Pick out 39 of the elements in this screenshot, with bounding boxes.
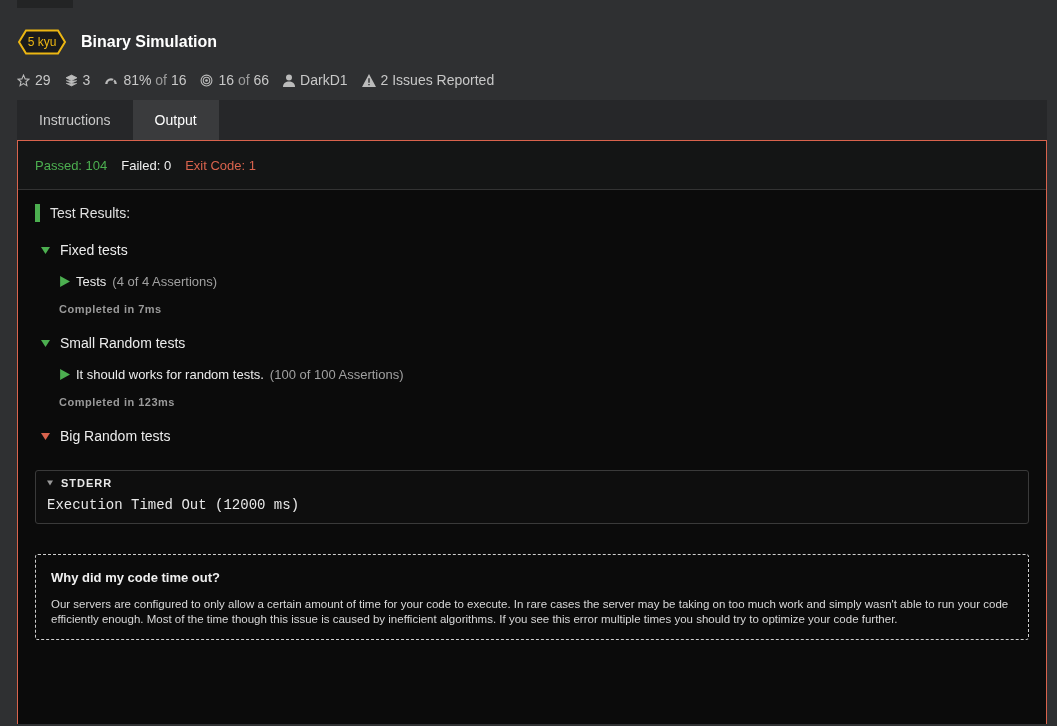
gauge-icon (104, 75, 119, 85)
layers-icon (64, 73, 78, 87)
test-title[interactable]: It should works for random tests. (76, 367, 264, 382)
results-heading: Test Results: (35, 204, 1029, 222)
kata-title: Binary Simulation (81, 33, 218, 51)
stderr-output: Execution Timed Out (12000 ms) (47, 497, 301, 513)
note-text: Our servers are configured to only allow a certain amount of time for your code to execute. In rare cases the server may be taking on too much work and simply wasn't able to run your code efficiently enough. Most of the time though this issue is caused by inefficient algorithms. If you see this error multiple times you should try to optimize your code further. (51, 597, 1010, 627)
passed-count: Passed: 104 (35, 157, 108, 173)
stderr-label[interactable]: STDERR (61, 477, 113, 489)
warning-icon (361, 73, 376, 87)
rank-badge: 5 kyu (17, 29, 67, 55)
caret-down-icon[interactable] (47, 480, 53, 486)
user-icon (283, 73, 296, 87)
stat-text[interactable]: DarkD1 (300, 72, 348, 88)
stat-text: 3 (82, 72, 91, 88)
caret-right-icon[interactable] (59, 369, 70, 380)
caret-down-icon[interactable] (41, 431, 50, 441)
completion-time: Completed in 7ms (59, 303, 163, 315)
tab[interactable]: Output (132, 100, 219, 140)
tab[interactable]: Instructions (17, 100, 133, 140)
star-icon (17, 73, 30, 87)
test-group-title[interactable]: Fixed tests (60, 242, 128, 258)
completion-time: Completed in 123ms (59, 396, 176, 408)
stat-text: 16 of 66 (218, 72, 270, 88)
stat-text: 81% of 16 (123, 72, 187, 88)
assertion-count: (4 of 4 Assertions) (112, 274, 218, 289)
stat-text: 29 (35, 72, 51, 88)
caret-right-icon[interactable] (59, 276, 70, 287)
exit-code: Exit Code: 1 (185, 157, 256, 173)
caret-down-icon[interactable] (41, 245, 50, 255)
test-title[interactable]: Tests (76, 274, 107, 289)
stat-text[interactable]: 2 Issues Reported (380, 72, 495, 88)
target-icon (200, 73, 214, 87)
assertion-count: (100 of 100 Assertions) (269, 367, 404, 382)
note-title: Why did my code time out? (51, 570, 221, 585)
failed-count: Failed: 0 (121, 157, 172, 173)
test-group-title[interactable]: Small Random tests (60, 335, 186, 351)
caret-down-icon[interactable] (41, 338, 50, 348)
test-group-title[interactable]: Big Random tests (60, 428, 171, 444)
